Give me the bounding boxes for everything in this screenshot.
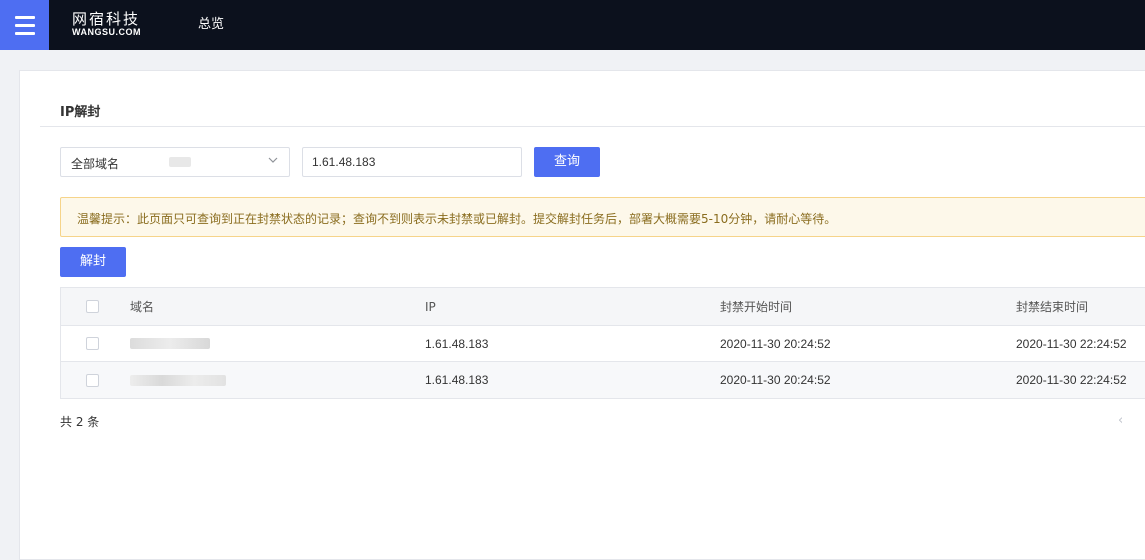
select-all-cell	[86, 288, 99, 325]
hamburger-menu-button[interactable]	[0, 0, 49, 50]
row-select-cell	[86, 362, 99, 398]
row-ip: 1.61.48.183	[425, 373, 489, 387]
chevron-left-icon[interactable]: ‹	[1118, 413, 1123, 428]
query-button[interactable]: 查询	[534, 147, 600, 177]
nav-overview-link[interactable]: 总览	[198, 16, 224, 34]
domain-select[interactable]: 全部域名	[60, 147, 290, 177]
domain-select-label: 全部域名	[71, 157, 120, 171]
table-row[interactable]: 1.61.48.183 2020-11-30 20:24:52 2020-11-…	[61, 326, 1145, 362]
column-header-ip: IP	[425, 299, 436, 314]
tip-notice: 温馨提示：此页面只可查询到正在封禁状态的记录；查询不到则表示未封禁或已解封。提交…	[60, 197, 1145, 237]
row-start-time: 2020-11-30 20:24:52	[720, 336, 831, 351]
pagination-total: 共 2 条	[60, 415, 100, 429]
tip-notice-text: 温馨提示：此页面只可查询到正在封禁状态的记录；查询不到则表示未封禁或已解封。提交…	[77, 212, 837, 226]
table-header: 域名 IP 封禁开始时间 封禁结束时间	[61, 288, 1145, 326]
logo-english-text: WANGSU.COM	[72, 27, 141, 37]
logo-chinese-text: 网宿科技	[72, 10, 141, 28]
redacted-domain	[130, 374, 226, 386]
ip-search-input[interactable]	[302, 147, 522, 177]
table-row[interactable]: 1.61.48.183 2020-11-30 20:24:52 2020-11-…	[61, 362, 1145, 398]
redacted-domain	[130, 338, 210, 349]
row-end-time: 2020-11-30 22:24:52	[1016, 336, 1127, 351]
blocked-ip-table: 域名 IP 封禁开始时间 封禁结束时间 1.61.48.183 2020-11-…	[60, 287, 1145, 399]
row-ip: 1.61.48.183	[425, 336, 489, 351]
row-end-time: 2020-11-30 22:24:52	[1016, 373, 1127, 387]
row-start-time: 2020-11-30 20:24:52	[720, 373, 831, 387]
title-divider	[40, 126, 1145, 127]
row-domain-cell	[130, 362, 226, 398]
redacted-domain-text	[169, 157, 191, 167]
ip-unblock-card: IP解封 全部域名 查询 温馨提示：此页面只可查询到正在封禁状态的记录；查询不到…	[19, 70, 1145, 560]
select-all-checkbox[interactable]	[86, 300, 99, 313]
row-checkbox[interactable]	[86, 337, 99, 350]
column-header-end-time: 封禁结束时间	[1016, 300, 1089, 314]
menu-icon-line	[14, 31, 35, 35]
row-domain-cell	[130, 326, 210, 361]
row-checkbox[interactable]	[86, 373, 99, 387]
page-title: IP解封	[60, 105, 101, 120]
menu-icon-line	[14, 23, 35, 27]
column-header-start-time: 封禁开始时间	[720, 300, 793, 314]
chevron-down-icon	[268, 157, 278, 163]
unblock-button[interactable]: 解封	[60, 247, 126, 277]
top-bar: 网宿科技 WANGSU.COM 总览	[0, 0, 1145, 50]
row-select-cell	[86, 326, 99, 361]
column-header-domain: 域名	[130, 300, 155, 314]
brand-logo[interactable]: 网宿科技 WANGSU.COM	[72, 11, 141, 38]
menu-icon-line	[14, 15, 35, 19]
